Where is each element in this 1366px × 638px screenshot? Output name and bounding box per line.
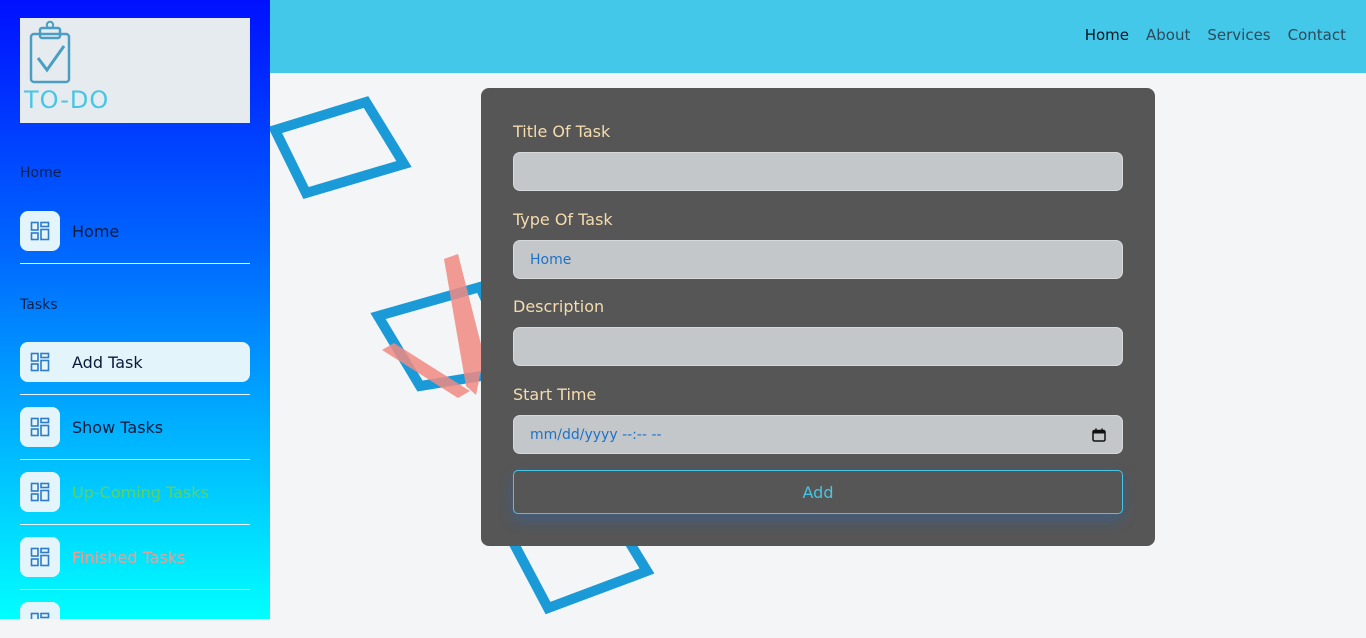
nav-link-contact[interactable]: Contact bbox=[1288, 26, 1346, 44]
section-label-tasks: Tasks bbox=[20, 297, 58, 313]
add-task-form: Title Of Task Type Of Task Home Descript… bbox=[481, 88, 1155, 546]
type-label: Type Of Task bbox=[513, 210, 613, 229]
dashboard-icon bbox=[20, 602, 60, 619]
start-time-input[interactable]: mm/dd/yyyy --:-- -- bbox=[513, 415, 1123, 454]
divider bbox=[20, 459, 250, 460]
top-navbar: Home About Services Contact bbox=[270, 0, 1366, 73]
title-input[interactable] bbox=[513, 152, 1123, 191]
sidebar-item-home[interactable]: Home bbox=[20, 211, 250, 251]
nav-link-about[interactable]: About bbox=[1146, 26, 1190, 44]
sidebar-item-label: Up-Coming Tasks bbox=[72, 482, 209, 502]
divider bbox=[20, 263, 250, 264]
sidebar-item-upcoming-tasks[interactable]: Up-Coming Tasks bbox=[20, 472, 250, 512]
type-select-value: Home bbox=[530, 251, 572, 268]
title-label: Title Of Task bbox=[513, 122, 611, 141]
add-button[interactable]: Add bbox=[513, 470, 1123, 514]
dashboard-icon bbox=[20, 211, 60, 251]
nav-link-home[interactable]: Home bbox=[1085, 26, 1129, 44]
sidebar-item-label: Home bbox=[72, 221, 120, 241]
divider bbox=[20, 394, 250, 395]
type-select[interactable]: Home bbox=[513, 240, 1123, 279]
divider bbox=[20, 524, 250, 525]
description-label: Description bbox=[513, 297, 605, 316]
app-logo[interactable]: TO-DO bbox=[20, 18, 250, 123]
calendar-icon[interactable] bbox=[1092, 428, 1106, 442]
section-label-home: Home bbox=[20, 165, 62, 181]
sidebar-item-label: Finished Tasks bbox=[72, 547, 186, 567]
sidebar: TO-DO Home Home Tasks Add Task Show Task… bbox=[0, 0, 270, 619]
sidebar-item-label: Add Task bbox=[72, 352, 143, 372]
dashboard-icon bbox=[20, 537, 60, 577]
sidebar-item-add-task[interactable]: Add Task bbox=[20, 342, 250, 382]
sidebar-item-label: Show Tasks bbox=[72, 417, 164, 437]
dashboard-icon bbox=[20, 342, 60, 382]
logo-text: TO-DO bbox=[24, 86, 110, 114]
description-input[interactable] bbox=[513, 327, 1123, 366]
dashboard-icon bbox=[20, 472, 60, 512]
sidebar-item-show-tasks[interactable]: Show Tasks bbox=[20, 407, 250, 447]
top-nav-links: Home About Services Contact bbox=[1085, 26, 1346, 44]
nav-link-services[interactable]: Services bbox=[1207, 26, 1270, 44]
sidebar-item-finished-tasks[interactable]: Finished Tasks bbox=[20, 537, 250, 577]
sidebar-item-partial[interactable] bbox=[20, 602, 250, 619]
start-time-label: Start Time bbox=[513, 385, 597, 404]
clipboard-check-icon bbox=[29, 20, 71, 84]
divider bbox=[20, 589, 250, 590]
dashboard-icon bbox=[20, 407, 60, 447]
start-time-placeholder: mm/dd/yyyy --:-- -- bbox=[530, 426, 662, 443]
